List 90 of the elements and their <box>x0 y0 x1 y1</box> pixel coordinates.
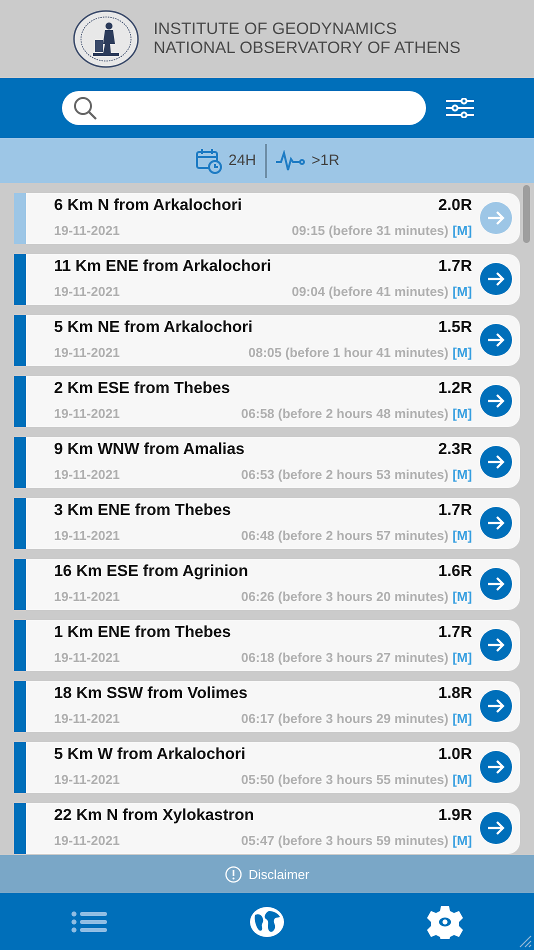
event-date: 19-11-2021 <box>54 772 121 786</box>
event-location: 5 Km W from Arkalochori <box>54 746 246 764</box>
magnitude-filter[interactable]: >1R <box>312 152 340 169</box>
event-card[interactable]: 5 Km NE from Arkalochori 1.5R 19-11-2021 08:05 (before 1 hour 41 minutes) [M] <box>26 315 520 366</box>
event-card[interactable]: 3 Km ENE from Thebes 1.7R 19-11-2021 06:48 (before 2 hours 57 minutes) [M] <box>26 498 520 549</box>
arrow-right-icon <box>487 271 505 287</box>
event-card[interactable]: 1 Km ENE from Thebes 1.7R 19-11-2021 06:18 (before 3 hours 27 minutes) [M] <box>26 620 520 671</box>
globe-icon <box>249 906 285 938</box>
open-event-button[interactable] <box>480 751 512 783</box>
calendar-clock-icon <box>194 148 223 174</box>
open-event-button[interactable] <box>480 568 512 600</box>
search-icon <box>72 95 98 121</box>
arrow-right-icon <box>487 759 505 775</box>
seismograph-icon <box>276 150 306 172</box>
time-filter[interactable]: 24H <box>228 152 256 169</box>
open-event-button[interactable] <box>480 629 512 661</box>
search-field[interactable] <box>62 91 426 125</box>
event-card[interactable]: 16 Km ESE from Agrinion 1.6R 19-11-2021 06:26 (before 3 hours 20 minutes) [M] <box>26 559 520 610</box>
event-time: 09:04 (before 41 minutes) <box>292 284 448 298</box>
arrow-right-icon <box>487 820 505 836</box>
event-location: 5 Km NE from Arkalochori <box>54 319 254 337</box>
event-location: 18 Km SSW from Volimes <box>54 685 249 703</box>
open-event-button[interactable] <box>480 812 512 844</box>
info-icon <box>224 866 242 882</box>
event-card[interactable]: 22 Km N from Xylokastron 1.9R 19-11-2021 05:47 (before 3 hours 59 minutes) [M] <box>26 803 520 854</box>
settings-icon <box>427 904 463 938</box>
event-location: 6 Km N from Arkalochori <box>54 197 243 215</box>
event-magnitude: 1.5R <box>438 319 472 337</box>
logo-icon <box>73 10 140 68</box>
open-event-button[interactable] <box>480 446 512 478</box>
event-date: 19-11-2021 <box>54 650 121 664</box>
scrollbar[interactable] <box>523 185 530 243</box>
open-event-button[interactable] <box>480 263 512 295</box>
event-location: 3 Km ENE from Thebes <box>54 502 232 520</box>
event-date: 19-11-2021 <box>54 588 121 604</box>
arrow-right-icon <box>487 332 505 348</box>
arrow-right-icon <box>487 210 505 226</box>
event-magnitude: 2.0R <box>438 197 472 215</box>
event-location: 1 Km ENE from Thebes <box>54 624 232 642</box>
list-icon <box>71 910 107 932</box>
institute-name: NATIONAL OBSERVATORY OF ATHENS <box>153 39 461 58</box>
event-magnitude: 1.0R <box>438 746 472 764</box>
event-magnitude: 1.9R <box>438 807 472 825</box>
event-time: 08:05 (before 1 hour 41 minutes) <box>248 344 448 360</box>
event-time: 06:17 (before 3 hours 29 minutes) <box>241 710 448 726</box>
event-location: 22 Km N from Xylokastron <box>54 807 256 825</box>
event-time: 06:53 (before 2 hours 53 minutes) <box>241 466 448 482</box>
event-date: 19-11-2021 <box>54 406 121 420</box>
arrow-right-icon <box>487 454 505 470</box>
event-date: 19-11-2021 <box>54 466 121 482</box>
event-date: 19-11-2021 <box>54 284 121 298</box>
event-date: 19-11-2021 <box>54 832 121 848</box>
event-date: 19-11-2021 <box>54 344 121 360</box>
event-location: 2 Km ESE from Thebes <box>54 380 232 398</box>
open-event-button[interactable] <box>480 385 512 417</box>
event-card[interactable]: 9 Km WNW from Amalias 2.3R 19-11-2021 06:53 (before 2 hours 53 minutes) [M] <box>26 437 520 488</box>
event-magnitude: 1.7R <box>438 502 472 520</box>
event-date: 19-11-2021 <box>54 710 121 726</box>
event-magnitude: 1.2R <box>438 380 472 398</box>
event-card[interactable]: 5 Km W from Arkalochori 1.0R 19-11-2021 05:50 (before 3 hours 55 minutes) [M] <box>26 742 520 793</box>
event-time: 09:15 (before 31 minutes) <box>292 222 448 238</box>
arrow-right-icon <box>487 576 505 592</box>
arrow-right-icon <box>487 637 505 653</box>
event-time: 06:48 (before 2 hours 57 minutes) <box>241 528 448 542</box>
event-card[interactable]: 11 Km ENE from Arkalochori 1.7R 19-11-2021 09:04 (before 41 minutes) [M] <box>26 254 520 305</box>
event-location: 11 Km ENE from Arkalochori <box>54 258 272 276</box>
filter-sliders-icon[interactable] <box>446 98 474 118</box>
event-magnitude: 1.6R <box>438 563 472 581</box>
event-time: 05:47 (before 3 hours 59 minutes) <box>241 832 448 848</box>
arrow-right-icon <box>487 393 505 409</box>
arrow-right-icon <box>487 515 505 531</box>
event-time: 05:50 (before 3 hours 55 minutes) <box>241 772 448 786</box>
event-magnitude: 2.3R <box>438 441 472 459</box>
event-magnitude: 1.7R <box>438 258 472 276</box>
event-magnitude: 1.8R <box>438 685 472 703</box>
event-time: 06:58 (before 2 hours 48 minutes) <box>241 406 448 420</box>
open-event-button[interactable] <box>480 690 512 722</box>
event-time: 06:26 (before 3 hours 20 minutes) <box>241 588 448 604</box>
open-event-button[interactable] <box>480 324 512 356</box>
open-event-button[interactable] <box>480 507 512 539</box>
event-magnitude: 1.7R <box>438 624 472 642</box>
event-date: 19-11-2021 <box>54 222 121 238</box>
arrow-right-icon <box>487 698 505 714</box>
event-location: 16 Km ESE from Agrinion <box>54 563 250 581</box>
event-card[interactable]: 18 Km SSW from Volimes 1.8R 19-11-2021 06:17 (before 3 hours 29 minutes) [M] <box>26 681 520 732</box>
event-date: 19-11-2021 <box>54 528 121 542</box>
event-time: 06:18 (before 3 hours 27 minutes) <box>241 650 448 664</box>
event-card[interactable]: 2 Km ESE from Thebes 1.2R 19-11-2021 06:58 (before 2 hours 48 minutes) [M] <box>26 376 520 427</box>
institute-name: INSTITUTE OF GEODYNAMICS <box>153 20 398 39</box>
event-location: 9 Km WNW from Amalias <box>54 441 246 459</box>
